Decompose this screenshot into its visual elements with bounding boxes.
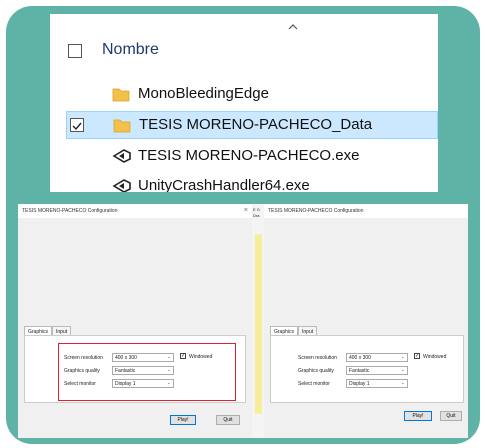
windowed-checkbox[interactable]: ✓: [180, 353, 186, 359]
windowed-label: Windowed: [423, 354, 447, 360]
select-all-checkbox[interactable]: [68, 44, 82, 58]
banner-area: [18, 218, 252, 326]
row-checkbox[interactable]: [70, 118, 84, 132]
chevron-down-icon: ⌄: [166, 380, 171, 386]
graphics-quality-label: Graphics quality: [298, 368, 334, 374]
file-name: TESIS MORENO-PACHECO.exe: [138, 147, 360, 164]
play-button[interactable]: Play!: [170, 415, 196, 425]
graphics-quality-select[interactable]: Fantastic ⌄: [346, 366, 408, 375]
file-row-monobleedingedge[interactable]: MonoBleedingEdge: [50, 80, 438, 108]
window-title: TESIS MORENO-PACHECO Configuration: [264, 204, 468, 218]
screen-resolution-label: Screen resolution: [64, 355, 103, 361]
column-header-name[interactable]: Nombre: [102, 41, 159, 59]
file-explorer: Nombre MonoBleedingEdge TESIS MORENO-PAC…: [50, 14, 438, 192]
chevron-down-icon: ⌄: [166, 354, 171, 360]
screen-resolution-label: Screen resolution: [298, 355, 337, 361]
chevron-down-icon: ⌄: [400, 367, 405, 373]
chevron-down-icon: ⌄: [166, 367, 171, 373]
screen-resolution-select[interactable]: 400 x 300 ⌄: [346, 353, 408, 362]
select-monitor-label: Select monitor: [298, 381, 330, 387]
sort-ascending-icon[interactable]: [288, 22, 298, 32]
config-window-right: TESIS MORENO-PACHECO Configuration Graph…: [264, 204, 468, 438]
chevron-down-icon: ⌄: [400, 380, 405, 386]
folder-icon: [113, 119, 131, 133]
play-button[interactable]: Play!: [404, 411, 432, 421]
select-monitor-select[interactable]: Display 1 ⌄: [346, 379, 408, 388]
chevron-down-icon: ⌄: [400, 354, 405, 360]
window-title: TESIS MORENO-PACHECO Configuration: [18, 204, 252, 218]
quit-button[interactable]: Quit: [216, 415, 240, 425]
teal-card: Nombre MonoBleedingEdge TESIS MORENO-PAC…: [6, 6, 480, 444]
close-icon[interactable]: ×: [244, 207, 248, 214]
file-row-crashhandler[interactable]: UnityCrashHandler64.exe: [50, 172, 438, 192]
background-window-fragment: E G Dra: [252, 204, 264, 438]
banner-area: [264, 218, 468, 326]
quit-button[interactable]: Quit: [440, 411, 462, 421]
folder-icon: [112, 88, 130, 102]
unity-logo-icon: [112, 179, 131, 192]
windowed-checkbox[interactable]: ✓: [414, 353, 420, 359]
select-monitor-select[interactable]: Display 1 ⌄: [112, 379, 174, 388]
select-monitor-label: Select monitor: [64, 381, 96, 387]
file-name: UnityCrashHandler64.exe: [138, 177, 310, 192]
graphics-quality-select[interactable]: Fantastic ⌄: [112, 366, 174, 375]
screen-resolution-select[interactable]: 400 x 300 ⌄: [112, 353, 174, 362]
fragment-text: Dra: [253, 213, 260, 218]
windowed-label: Windowed: [189, 354, 213, 360]
file-row-data-folder[interactable]: TESIS MORENO-PACHECO_Data: [66, 111, 438, 139]
graphics-quality-label: Graphics quality: [64, 368, 100, 374]
config-window-left: TESIS MORENO-PACHECO Configuration × Gra…: [18, 204, 252, 438]
file-name: MonoBleedingEdge: [138, 85, 269, 102]
unity-logo-icon: [112, 149, 131, 163]
checkmark-icon: [72, 122, 82, 131]
file-row-exe[interactable]: TESIS MORENO-PACHECO.exe: [50, 142, 438, 170]
side-strip: [255, 234, 262, 414]
fragment-text: E G: [253, 207, 260, 212]
file-name: TESIS MORENO-PACHECO_Data: [139, 116, 373, 133]
